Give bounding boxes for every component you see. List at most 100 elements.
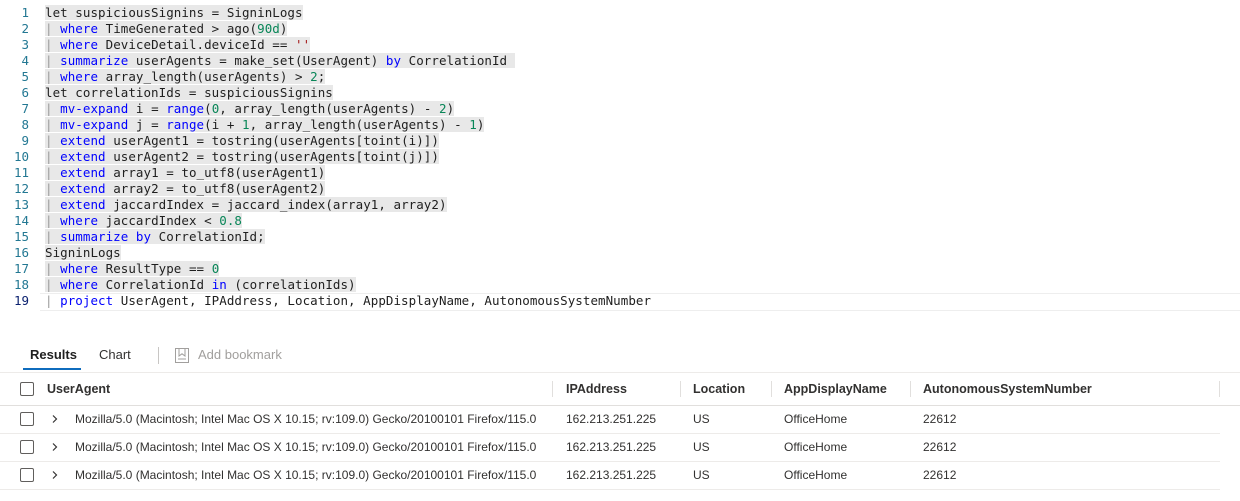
code-text[interactable]: | where ResultType == 0	[45, 261, 220, 277]
code-token: SigninLogs	[45, 245, 121, 260]
code-line[interactable]: 15 | summarize by CorrelationId;	[0, 229, 1240, 245]
code-line[interactable]: 10 | extend userAgent2 = tostring(userAge…	[0, 149, 1240, 165]
select-all-checkbox[interactable]	[20, 382, 34, 396]
code-token: array2 = to_utf8(userAgent2)	[105, 181, 326, 196]
code-line[interactable]: 9 | extend userAgent1 = tostring(userAgen…	[0, 133, 1240, 149]
line-number: 11	[13, 165, 29, 180]
code-token: ''	[295, 37, 311, 52]
code-token: by	[135, 229, 152, 244]
cell-location: US	[693, 412, 710, 426]
code-line[interactable]: 5 | where array_length(userAgents) > 2;	[0, 69, 1240, 85]
column-resizer[interactable]	[910, 381, 911, 397]
code-token: , array_length(userAgents) -	[249, 117, 470, 132]
code-token: 90d	[257, 21, 280, 36]
code-token: range	[166, 101, 205, 116]
table-row[interactable]: Mozilla/5.0 (Macintosh; Intel Mac OS X 1…	[0, 405, 1220, 434]
tab-results[interactable]: Results	[30, 340, 77, 370]
table-row[interactable]: Mozilla/5.0 (Macintosh; Intel Mac OS X 1…	[0, 461, 1220, 490]
code-line[interactable]: 11 | extend array1 = to_utf8(userAgent1)	[0, 165, 1240, 181]
code-line[interactable]: 18 | where CorrelationId in (correlationI…	[0, 277, 1240, 293]
code-token: project	[60, 293, 114, 308]
line-number: 16	[13, 245, 29, 260]
code-text[interactable]: | extend array1 = to_utf8(userAgent1)	[45, 165, 326, 181]
column-header-asn[interactable]: AutonomousSystemNumber	[923, 373, 1092, 405]
code-text[interactable]: | summarize by CorrelationId;	[45, 229, 265, 245]
chevron-right-icon[interactable]	[50, 414, 60, 424]
code-line[interactable]: 8 | mv-expand j = range(i + 1, array_leng…	[0, 117, 1240, 133]
code-line[interactable]: 13 | extend jaccardIndex = jaccard_index(…	[0, 197, 1240, 213]
selection-highlight: | where jaccardIndex < 0.8	[45, 213, 242, 228]
code-line[interactable]: 7 | mv-expand i = range(0, array_length(u…	[0, 101, 1240, 117]
selection-highlight: | where CorrelationId in (correlationIds…	[45, 277, 356, 292]
code-text[interactable]: | extend userAgent2 = tostring(userAgent…	[45, 149, 439, 165]
line-number: 1	[21, 5, 29, 20]
code-token: in	[211, 277, 227, 292]
code-line[interactable]: 12 | extend array2 = to_utf8(userAgent2)	[0, 181, 1240, 197]
cell-useragent: Mozilla/5.0 (Macintosh; Intel Mac OS X 1…	[75, 440, 537, 454]
chevron-right-icon[interactable]	[50, 470, 60, 480]
code-text[interactable]: | where TimeGenerated > ago(90d)	[45, 21, 288, 37]
code-token: extend	[60, 133, 106, 148]
code-line[interactable]: 2 | where TimeGenerated > ago(90d)	[0, 21, 1240, 37]
code-token: j =	[128, 117, 167, 132]
code-line[interactable]: 19 | project UserAgent, IPAddress, Locati…	[0, 293, 1240, 309]
code-text[interactable]: | extend userAgent1 = tostring(userAgent…	[45, 133, 439, 149]
column-header-appdisplayname[interactable]: AppDisplayName	[784, 373, 887, 405]
code-text[interactable]: | where array_length(userAgents) > 2;	[45, 69, 326, 85]
column-header-ipaddress[interactable]: IPAddress	[566, 373, 627, 405]
cell-ipaddress: 162.213.251.225	[566, 468, 657, 482]
row-checkbox[interactable]	[20, 468, 34, 482]
tab-chart[interactable]: Chart	[99, 340, 131, 370]
code-line[interactable]: 4 | summarize userAgents = make_set(UserA…	[0, 53, 1240, 69]
cell-asn: 22612	[923, 468, 957, 482]
code-text[interactable]: let correlationIds = suspiciousSignins	[45, 85, 333, 101]
code-line[interactable]: 17 | where ResultType == 0	[0, 261, 1240, 277]
code-text[interactable]: | project UserAgent, IPAddress, Location…	[45, 293, 651, 309]
code-line[interactable]: 3 | where DeviceDetail.deviceId == ''	[0, 37, 1240, 53]
code-text[interactable]: SigninLogs	[45, 245, 121, 261]
code-token: 2	[310, 69, 318, 84]
column-resizer[interactable]	[552, 381, 553, 397]
line-number: 7	[21, 101, 29, 116]
code-token: mv-expand	[60, 117, 129, 132]
code-token: jaccardIndex <	[98, 213, 220, 228]
column-resizer[interactable]	[680, 381, 681, 397]
code-text[interactable]: | extend array2 = to_utf8(userAgent2)	[45, 181, 326, 197]
code-line[interactable]: 14 | where jaccardIndex < 0.8	[0, 213, 1240, 229]
code-token: |	[45, 69, 61, 84]
table-row[interactable]: Mozilla/5.0 (Macintosh; Intel Mac OS X 1…	[0, 433, 1220, 462]
chevron-right-icon[interactable]	[50, 442, 60, 452]
code-token: |	[45, 277, 61, 292]
column-resizer[interactable]	[1219, 381, 1220, 397]
code-token: extend	[60, 149, 106, 164]
code-token: where	[60, 69, 99, 84]
results-tabbar: Results Chart Add bookmark	[0, 340, 1240, 372]
line-number: 17	[13, 261, 29, 276]
code-text[interactable]: | summarize userAgents = make_set(UserAg…	[45, 53, 515, 69]
selection-highlight: | summarize by CorrelationId;	[45, 229, 265, 244]
code-text[interactable]: | where DeviceDetail.deviceId == ''	[45, 37, 311, 53]
code-token: |	[45, 197, 61, 212]
code-token: where	[60, 277, 99, 292]
row-checkbox[interactable]	[20, 412, 34, 426]
code-text[interactable]: let suspiciousSignins = SigninLogs	[45, 5, 303, 21]
code-token: extend	[60, 165, 106, 180]
column-resizer[interactable]	[771, 381, 772, 397]
column-header-location[interactable]: Location	[693, 373, 745, 405]
column-header-useragent[interactable]: UserAgent	[47, 373, 110, 405]
code-line[interactable]: 16 SigninLogs	[0, 245, 1240, 261]
code-text[interactable]: | mv-expand j = range(i + 1, array_lengt…	[45, 117, 485, 133]
cell-useragent: Mozilla/5.0 (Macintosh; Intel Mac OS X 1…	[75, 468, 537, 482]
code-line[interactable]: 6 let correlationIds = suspiciousSignins	[0, 85, 1240, 101]
code-line[interactable]: 1 let suspiciousSignins = SigninLogs	[0, 5, 1240, 21]
bookmark-icon	[175, 348, 189, 363]
code-text[interactable]: | extend jaccardIndex = jaccard_index(ar…	[45, 197, 447, 213]
code-text[interactable]: | mv-expand i = range(0, array_length(us…	[45, 101, 455, 117]
code-text[interactable]: | where jaccardIndex < 0.8	[45, 213, 242, 229]
query-editor[interactable]: 1 let suspiciousSignins = SigninLogs 2 | wh…	[0, 0, 1240, 318]
row-checkbox[interactable]	[20, 440, 34, 454]
selection-highlight: | extend userAgent2 = tostring(userAgent…	[45, 149, 439, 164]
code-text[interactable]: | where CorrelationId in (correlationIds…	[45, 277, 356, 293]
code-token: by	[385, 53, 402, 68]
code-token: extend	[60, 197, 106, 212]
